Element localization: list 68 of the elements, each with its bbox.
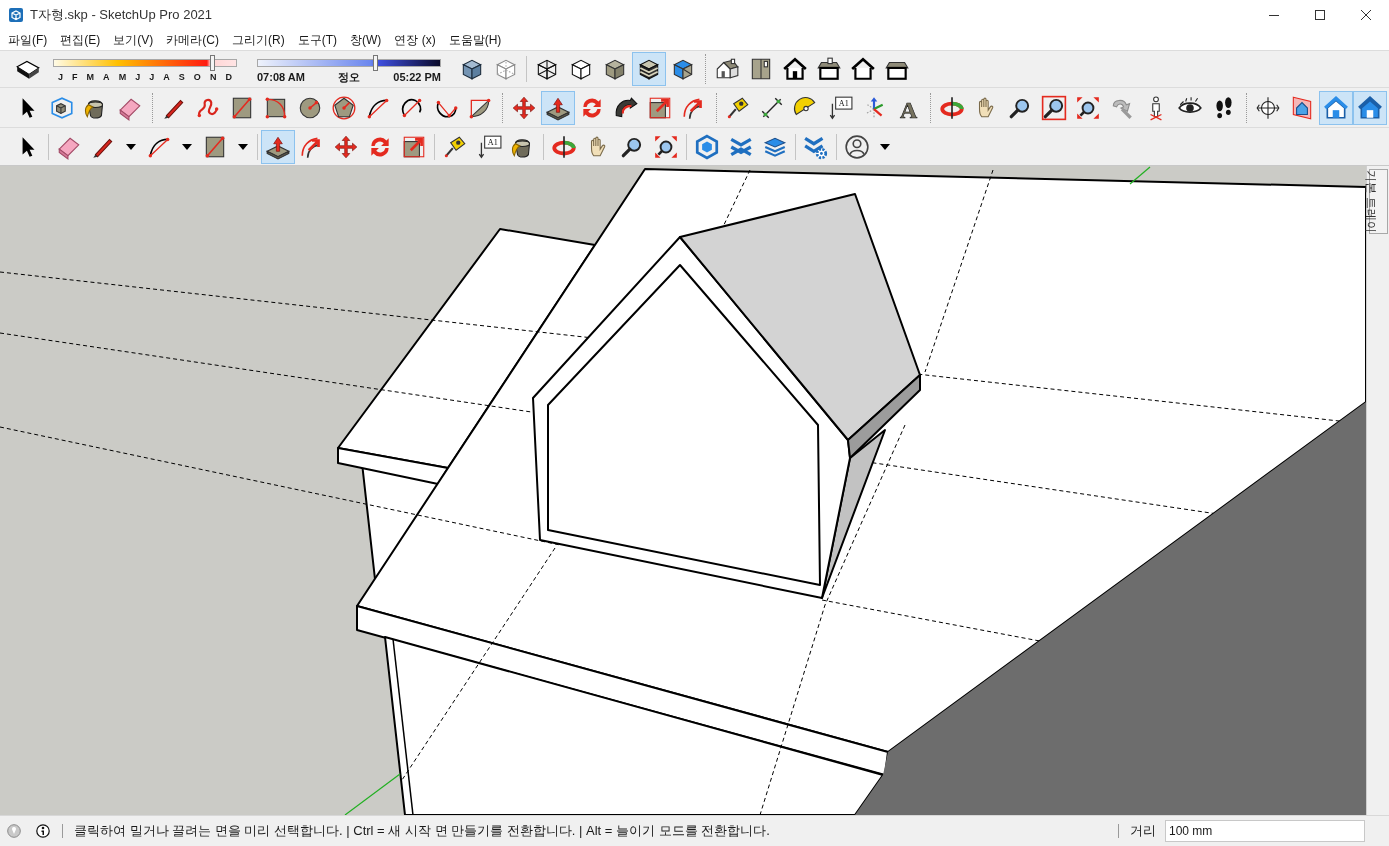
minimize-icon (1269, 14, 1279, 16)
zoom-extents-icon (653, 133, 679, 160)
month-label: J (58, 70, 63, 83)
house-button[interactable] (1319, 90, 1353, 125)
month-label: O (193, 70, 201, 83)
time-label: 정오 (338, 70, 361, 84)
caret-icon (182, 143, 192, 150)
house-icon (1323, 94, 1349, 121)
orbit-icon (551, 133, 577, 160)
menu-item[interactable]: 연장 (x) (390, 30, 440, 50)
month-label: J (135, 70, 141, 83)
move-arrows-icon (333, 133, 359, 160)
time-slider[interactable] (257, 54, 441, 71)
time-label: 07:08 AM (257, 70, 305, 84)
menu-item[interactable]: 편집(E) (56, 30, 105, 50)
move-arrows-icon (511, 94, 537, 121)
month-label: A (163, 70, 170, 83)
house-side-icon (816, 56, 842, 82)
axis-line (344, 773, 401, 815)
month-label: D (225, 70, 232, 83)
tape-measure-icon (442, 133, 468, 160)
house-front-icon (782, 56, 808, 82)
axis-line (1129, 166, 1151, 185)
push-pull-button[interactable] (261, 129, 295, 164)
caret-icon (126, 143, 136, 150)
orbit-icon (939, 94, 965, 121)
hexagon-icon (694, 133, 720, 160)
menu-item[interactable]: 카메라(C) (162, 30, 223, 50)
striped-cube-button[interactable] (632, 52, 666, 86)
crosshair-icon (1255, 94, 1281, 121)
time-label: 05:22 PM (393, 70, 441, 84)
zoom-extents-icon (1075, 94, 1101, 121)
house-icon (1357, 94, 1383, 121)
month-label: J (149, 70, 155, 83)
menu-item[interactable]: 도움말(H) (444, 30, 506, 50)
measurements-label: 거리 (1130, 822, 1156, 841)
window-title: T자형.skp - SketchUp Pro 2021 (30, 6, 213, 25)
month-slider[interactable] (53, 54, 237, 71)
user-circle-icon (844, 133, 870, 160)
month-label: S (178, 70, 185, 83)
house-button[interactable] (1353, 90, 1387, 125)
app-logo-icon (9, 8, 23, 22)
month-label: N (209, 70, 217, 83)
info-circle-icon[interactable] (36, 824, 50, 838)
house-outline-icon (850, 56, 876, 82)
3d-text-button[interactable]: A (891, 90, 925, 125)
month-label: A (103, 70, 110, 83)
month-label: F (72, 70, 78, 83)
month-label: M (118, 70, 127, 83)
caret-icon (238, 143, 248, 150)
tape-measure-icon (725, 94, 751, 121)
caret-icon (880, 143, 890, 150)
close-icon (1361, 10, 1371, 20)
slider-thumb[interactable] (372, 54, 378, 71)
month-label: M (86, 70, 95, 83)
menu-item[interactable]: 그리기(R) (228, 30, 289, 50)
slider-thumb[interactable] (210, 54, 216, 71)
menu-item[interactable]: 창(W) (346, 30, 386, 50)
zoom-window-icon (1041, 94, 1067, 121)
menu-item[interactable]: 파일(F) (4, 30, 52, 50)
menu-item[interactable]: 보기(V) (109, 30, 158, 50)
menu-item[interactable]: 도구(T) (293, 30, 341, 50)
push-pull-button[interactable] (541, 90, 575, 125)
maximize-icon (1315, 10, 1325, 20)
3d-text-letter: A (899, 96, 918, 121)
polygon-icon (331, 94, 357, 121)
status-hint: 클릭하여 밀거나 끌려는 면을 미리 선택합니다. | Ctrl = 새 시작 면 만들기를 전환합니다. | Alt = 늘이기 모드를 전환합니다. (74, 822, 770, 841)
measurements-field[interactable]: 100 mm (1165, 820, 1365, 842)
